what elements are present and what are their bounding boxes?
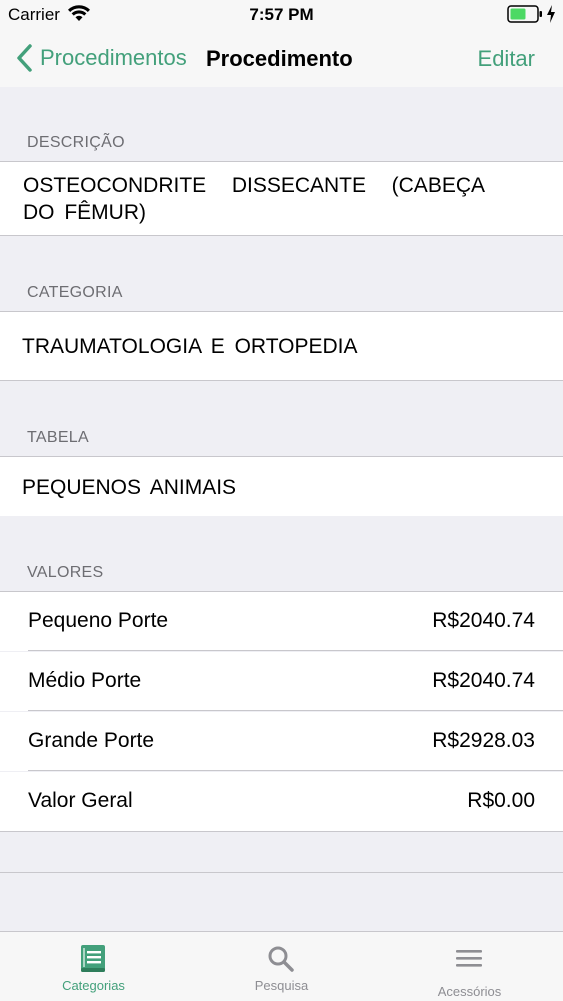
section-header-tabela: TABELA — [0, 381, 563, 457]
back-button[interactable]: Procedimentos — [14, 42, 187, 74]
tab-bar: Categorias Pesquisa Acessórios — [0, 931, 563, 1001]
section-header-label: DESCRIÇÃO — [27, 134, 125, 151]
charging-bolt-icon — [547, 5, 555, 23]
section-header-categoria: CATEGORIA — [0, 236, 563, 312]
tab-pesquisa[interactable]: Pesquisa — [188, 932, 375, 1001]
back-button-label: Procedimentos — [40, 45, 187, 70]
section-header-label: CATEGORIA — [27, 284, 123, 301]
list-item: Grande Porte R$2928.03 — [0, 712, 563, 771]
table-value: PEQUENOS ANIMAIS — [22, 476, 237, 499]
description-cell: OSTEOCONDRITE DISSECANTE (CABEÇA DO FÊMU… — [0, 161, 563, 236]
value-amount: R$2928.03 — [432, 729, 535, 752]
battery-icon — [507, 5, 542, 23]
section-header-label: VALORES — [27, 564, 104, 581]
menu-icon — [456, 950, 482, 967]
value-label: Pequeno Porte — [28, 609, 169, 632]
tab-label: Categorias — [62, 978, 125, 993]
category-cell: TRAUMATOLOGIA E ORTOPEDIA — [0, 311, 563, 381]
section-header-label: TABELA — [27, 429, 89, 446]
edit-button[interactable]: Editar — [478, 46, 535, 72]
value-label: Valor Geral — [28, 789, 133, 812]
tab-label: Acessórios — [437, 984, 502, 999]
value-amount: R$2040.74 — [432, 609, 535, 632]
divider — [28, 710, 563, 711]
description-value: OSTEOCONDRITE DISSECANTE (CABEÇA DO FÊMU… — [23, 174, 485, 224]
value-label: Grande Porte — [28, 729, 155, 752]
tab-label: Pesquisa — [254, 978, 309, 993]
value-amount: R$0.00 — [467, 789, 535, 812]
book-icon — [81, 945, 105, 972]
search-icon — [268, 946, 294, 972]
divider — [0, 872, 563, 873]
divider — [0, 831, 563, 832]
tab-categorias[interactable]: Categorias — [0, 932, 187, 1001]
table-cell: PEQUENOS ANIMAIS — [0, 456, 563, 516]
divider — [28, 650, 563, 651]
status-bar: Carrier 7:57 PM — [0, 0, 563, 30]
page-title: Procedimento — [206, 46, 353, 71]
list-item: Pequeno Porte R$2040.74 — [0, 592, 563, 651]
navigation-bar: Procedimentos Procedimento Editar — [0, 30, 563, 87]
chevron-left-icon — [17, 44, 32, 72]
tab-acessorios[interactable]: Acessórios — [376, 932, 563, 1001]
category-value: TRAUMATOLOGIA E ORTOPEDIA — [22, 335, 358, 358]
value-amount: R$2040.74 — [432, 669, 535, 692]
section-header-valores: VALORES — [0, 516, 563, 592]
divider — [28, 770, 563, 771]
list-item: Médio Porte R$2040.74 — [0, 652, 563, 711]
list-item: Valor Geral R$0.00 — [0, 772, 563, 831]
value-label: Médio Porte — [28, 669, 142, 692]
section-header-descricao: DESCRIÇÃO — [0, 87, 563, 162]
status-time: 7:57 PM — [249, 5, 314, 24]
